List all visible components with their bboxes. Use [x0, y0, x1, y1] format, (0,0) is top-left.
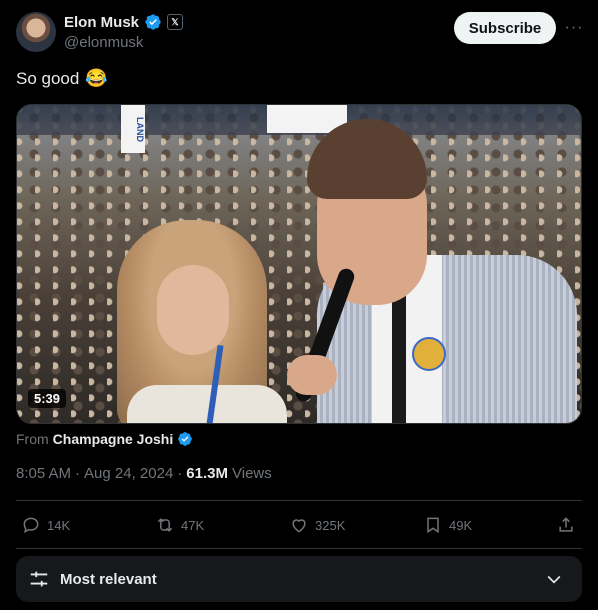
like-button[interactable]: 325K	[289, 515, 345, 535]
tweet-time[interactable]: 8:05 AM	[16, 465, 71, 482]
reply-sort-selector[interactable]: Most relevant	[16, 556, 582, 602]
chevron-down-icon	[547, 575, 561, 584]
video-duration: 5:39	[28, 389, 67, 408]
divider	[16, 548, 582, 549]
verified-badge-icon	[178, 432, 193, 446]
tweet-meta: 8:05 AM · Aug 24, 2024 · 61.3M Views	[16, 465, 272, 482]
video-source: From Champagne Joshi	[16, 431, 193, 447]
reply-button[interactable]: 14K	[21, 515, 70, 535]
video-player[interactable]: LAND	[16, 104, 582, 424]
heart-icon	[292, 519, 306, 533]
tweet-date[interactable]: Aug 24, 2024	[84, 465, 173, 482]
reply-icon	[23, 517, 39, 534]
laughing-emoji-icon: 😂	[85, 68, 108, 88]
divider	[16, 500, 582, 501]
tweet-text: So good 😂	[16, 68, 108, 89]
affiliation-x-icon[interactable]: 𝕏	[167, 14, 184, 30]
author-handle[interactable]: @elonmusk	[64, 34, 143, 51]
views-label: Views	[232, 465, 272, 482]
share-button[interactable]	[556, 515, 576, 535]
campaign-pin	[412, 337, 446, 371]
repost-icon	[157, 518, 173, 532]
more-options-icon[interactable]: ···	[564, 18, 584, 38]
source-prefix: From	[16, 431, 49, 447]
sliders-icon	[30, 571, 48, 587]
bookmark-icon	[427, 517, 439, 534]
share-icon	[559, 517, 573, 532]
tweet-body: So good	[16, 68, 80, 88]
bookmark-count: 49K	[449, 517, 473, 533]
meta-separator: ·	[177, 465, 183, 482]
sign-land: LAND	[121, 105, 145, 153]
author-avatar[interactable]	[16, 12, 56, 52]
subscribe-button[interactable]: Subscribe	[454, 12, 556, 44]
man-hand	[287, 355, 337, 395]
author-display-name[interactable]: Elon Musk	[64, 14, 139, 31]
repost-button[interactable]: 47K	[155, 515, 204, 535]
views-count: 61.3M	[186, 465, 228, 482]
verified-badge-icon	[145, 14, 161, 30]
sort-label: Most relevant	[60, 570, 157, 588]
repost-count: 47K	[181, 517, 205, 533]
author-name-row: Elon Musk 𝕏	[64, 13, 184, 31]
bookmark-button[interactable]: 49K	[423, 515, 472, 535]
source-name[interactable]: Champagne Joshi	[53, 431, 174, 447]
reply-count: 14K	[47, 517, 71, 533]
like-count: 325K	[315, 517, 346, 533]
woman-face	[157, 265, 229, 355]
action-bar: 14K 47K 325K 49K	[16, 507, 582, 543]
meta-separator: ·	[75, 465, 81, 482]
